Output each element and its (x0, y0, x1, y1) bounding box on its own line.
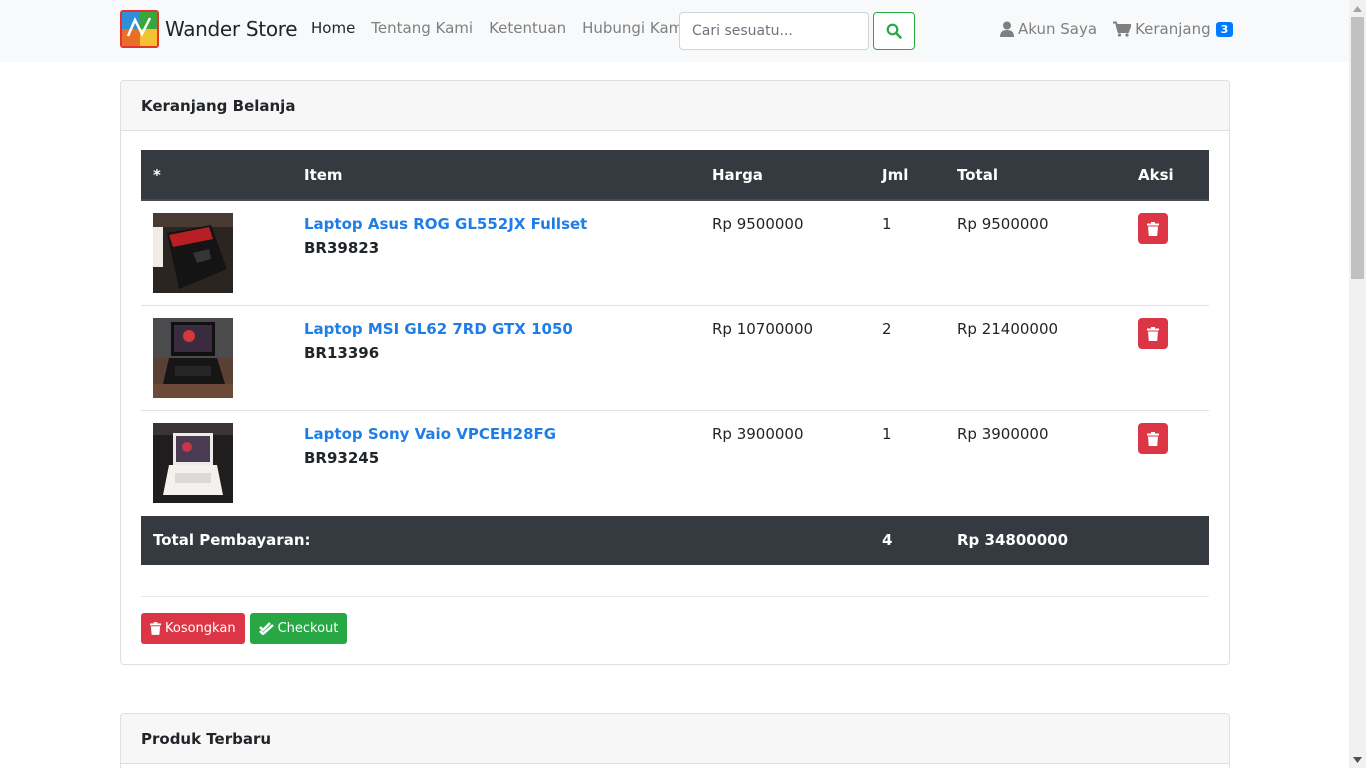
remove-item-button[interactable] (1138, 213, 1168, 244)
user-icon (1000, 21, 1014, 37)
empty-cart-label: Kosongkan (165, 621, 236, 636)
scroll-up-icon[interactable] (1349, 0, 1366, 17)
check-double-icon (258, 622, 274, 635)
cart-label: Keranjang (1135, 20, 1211, 38)
search-button[interactable] (873, 12, 915, 50)
page-scrollbar[interactable] (1349, 0, 1366, 768)
nav-contact[interactable]: Hubungi Kami (574, 19, 695, 37)
total-payment-label: Total Pembayaran: (141, 515, 870, 565)
latest-products-header: Produk Terbaru (121, 714, 1229, 764)
total-qty: 4 (870, 515, 945, 565)
divider (141, 596, 1209, 597)
product-image (153, 423, 233, 503)
product-price: Rp 9500000 (712, 215, 804, 233)
nav-home[interactable]: Home (303, 19, 363, 37)
account-label: Akun Saya (1018, 20, 1098, 38)
product-code: BR93245 (304, 449, 380, 467)
cart-card: Keranjang Belanja * Item Harga Jml Total… (120, 80, 1230, 665)
product-price: Rp 3900000 (712, 425, 804, 443)
product-price: Rp 10700000 (712, 320, 814, 338)
cart-table: * Item Harga Jml Total Aksi Laptop Asus … (141, 150, 1209, 565)
account-link[interactable]: Akun Saya (1000, 20, 1097, 38)
product-image (153, 213, 233, 293)
col-item: Item (292, 150, 700, 201)
user-nav: Akun Saya Keranjang 3 (1000, 20, 1234, 38)
product-image (153, 318, 233, 398)
col-total: Total (945, 150, 1126, 201)
product-link[interactable]: Laptop Asus ROG GL552JX Fullset (304, 212, 688, 236)
main-nav: Home Tentang Kami Ketentuan Hubungi Kami (303, 19, 695, 37)
cart-actions: Kosongkan Checkout (141, 613, 348, 644)
product-total: Rp 3900000 (957, 425, 1049, 443)
product-qty: 2 (882, 320, 892, 338)
nav-terms[interactable]: Ketentuan (481, 19, 574, 37)
product-link[interactable]: Laptop MSI GL62 7RD GTX 1050 (304, 317, 688, 341)
col-qty: Jml (870, 150, 945, 201)
table-row: Laptop Asus ROG GL552JX Fullset BR39823 … (141, 200, 1209, 306)
product-qty: 1 (882, 215, 892, 233)
col-price: Harga (700, 150, 870, 201)
product-total: Rp 21400000 (957, 320, 1059, 338)
trash-icon (1147, 431, 1159, 446)
empty-cart-button[interactable]: Kosongkan (141, 613, 245, 644)
product-code: BR39823 (304, 239, 380, 257)
product-link[interactable]: Laptop Sony Vaio VPCEH28FG (304, 422, 688, 446)
table-row: Laptop MSI GL62 7RD GTX 1050 BR13396 Rp … (141, 305, 1209, 411)
cart-link[interactable]: Keranjang 3 (1113, 20, 1234, 38)
col-action: Aksi (1126, 150, 1209, 201)
search-icon (886, 23, 902, 39)
remove-item-button[interactable] (1138, 318, 1168, 349)
product-total: Rp 9500000 (957, 215, 1049, 233)
scroll-down-icon[interactable] (1349, 751, 1366, 768)
shopping-cart-icon (1113, 21, 1132, 37)
navbar: Wander Store Home Tentang Kami Ketentuan… (0, 0, 1349, 62)
trash-icon (1147, 326, 1159, 341)
cart-card-header: Keranjang Belanja (121, 81, 1229, 131)
cart-count-badge: 3 (1215, 21, 1234, 37)
remove-item-button[interactable] (1138, 423, 1168, 454)
col-index: * (141, 150, 292, 201)
table-footer-row: Total Pembayaran: 4 Rp 34800000 (141, 515, 1209, 565)
total-amount: Rp 34800000 (945, 515, 1126, 565)
checkout-button[interactable]: Checkout (249, 613, 348, 644)
product-code: BR13396 (304, 344, 380, 362)
checkout-label: Checkout (277, 621, 339, 636)
brand-name: Wander Store (165, 17, 298, 41)
latest-products-card: Produk Terbaru (120, 713, 1230, 768)
table-row: Laptop Sony Vaio VPCEH28FG BR93245 Rp 39… (141, 410, 1209, 516)
table-header-row: * Item Harga Jml Total Aksi (141, 150, 1209, 201)
nav-about[interactable]: Tentang Kami (363, 19, 481, 37)
product-qty: 1 (882, 425, 892, 443)
scroll-thumb[interactable] (1351, 17, 1364, 279)
trash-icon (150, 622, 161, 635)
brand-link[interactable]: Wander Store (120, 10, 298, 48)
trash-icon (1147, 221, 1159, 236)
search-input[interactable] (679, 12, 869, 50)
store-logo (120, 10, 159, 48)
